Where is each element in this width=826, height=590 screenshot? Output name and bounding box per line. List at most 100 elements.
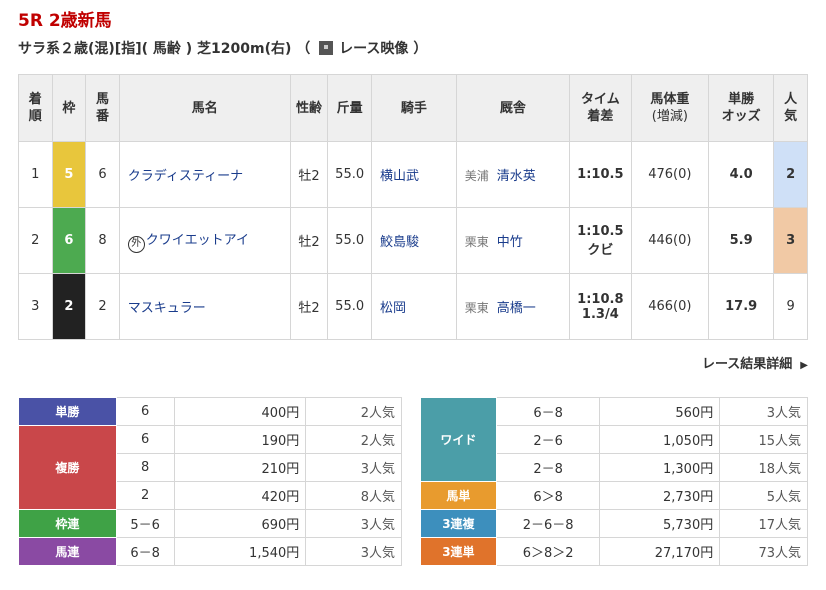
waku-cell: 5 — [51, 141, 87, 208]
waku-cell: 6 — [51, 207, 87, 274]
payout-label-umatan: 馬単 — [420, 481, 497, 510]
trainer-location: 美浦 — [464, 169, 489, 183]
payout-amount: 210円 — [173, 453, 307, 482]
header-umaban: 馬番 — [85, 74, 120, 142]
payout-popularity: 3人気 — [305, 537, 402, 566]
payout-popularity: 17人気 — [719, 509, 808, 538]
payout-numbers: 2－8 — [495, 453, 601, 482]
trainer-cell: 栗東 高橋一 — [455, 273, 571, 340]
margin-value: クビ — [587, 242, 614, 258]
payout-popularity: 18人気 — [719, 453, 808, 482]
payout-row: 馬連 6－8 1,540円 3人気 — [18, 537, 402, 566]
race-video-link[interactable]: レース映像 — [339, 41, 408, 57]
popularity-cell: 3 — [773, 207, 808, 274]
payout-numbers: 6＞8＞2 — [495, 537, 601, 566]
header-name: 馬名 — [118, 74, 291, 142]
popularity-cell: 2 — [773, 141, 808, 208]
race-result-detail-link[interactable]: レース結果詳細 ▶ — [702, 353, 808, 372]
jockey-link[interactable]: 横山武 — [380, 169, 419, 184]
table-row: 1 5 6 クラディスティーナ 牡2 55.0 横山武 美浦 清水英 1:10.5 476(0) 4.… — [18, 141, 808, 208]
horse-name-cell: 外クワイエットアイ — [118, 207, 291, 274]
payout-numbers: 6－8 — [115, 537, 175, 566]
jockey-cell: 松岡 — [371, 273, 457, 340]
time-value: 1:10.8 — [577, 291, 624, 307]
sexage-cell: 牡2 — [289, 273, 329, 340]
payout-amount: 1,050円 — [599, 425, 721, 454]
waku-cell: 2 — [51, 273, 87, 340]
payout-label-fukusho: 複勝 — [18, 425, 117, 510]
payout-numbers: 2 — [115, 481, 175, 510]
odds-cell: 4.0 — [707, 141, 775, 208]
payout-numbers: 2－6－8 — [495, 509, 601, 538]
payout-popularity: 8人気 — [305, 481, 402, 510]
body-weight-cell: 466(0) — [630, 273, 710, 340]
payout-row: 単勝 6 400円 2人気 — [18, 397, 402, 426]
jockey-link[interactable]: 鮫島駿 — [380, 235, 419, 250]
horse-name-cell: マスキュラー — [118, 273, 291, 340]
rank-cell: 1 — [18, 141, 53, 208]
payout-amount: 560円 — [599, 397, 721, 426]
payout-numbers: 6－8 — [495, 397, 601, 426]
horse-name-link[interactable]: マスキュラー — [128, 301, 206, 316]
more-link-label[interactable]: レース結果詳細 — [702, 357, 792, 372]
payout-row: ワイド 6－8 560円 3人気 — [420, 397, 808, 482]
conditions-text: サラ系２歳(混)[指]( 馬齢 ) 芝1200m(右) （ — [18, 41, 311, 57]
header-time: タイム 着差 — [569, 74, 632, 142]
umaban-cell: 2 — [85, 273, 120, 340]
umaban-cell: 6 — [85, 141, 120, 208]
payout-popularity: 2人気 — [305, 425, 402, 454]
payout-numbers: 6 — [115, 425, 175, 454]
header-weight: 斤量 — [327, 74, 372, 142]
foreign-mark-icon: 外 — [127, 235, 145, 253]
header-pop: 人気 — [773, 74, 808, 142]
chevron-right-icon: ▶ — [800, 360, 808, 371]
payout-popularity: 2人気 — [305, 397, 402, 426]
odds-cell: 5.9 — [707, 207, 775, 274]
table-row: 2 6 8 外クワイエットアイ 牡2 55.0 鮫島駿 栗東 中竹 1:10.5 クビ 446(0) 5… — [18, 207, 808, 274]
header-odds: 単勝 オッズ — [707, 74, 775, 142]
payout-amount: 420円 — [173, 481, 307, 510]
payout-label-tansho: 単勝 — [18, 397, 117, 426]
payout-amount: 1,540円 — [173, 537, 307, 566]
time-cell: 1:10.8 1.3/4 — [569, 273, 632, 340]
payout-numbers: 8 — [115, 453, 175, 482]
rank-cell: 2 — [18, 207, 53, 274]
payout-amount: 2,730円 — [599, 481, 721, 510]
header-rank: 着順 — [18, 74, 53, 142]
horse-name-link[interactable]: クラディスティーナ — [128, 169, 243, 184]
payout-amount: 27,170円 — [599, 537, 721, 566]
jockey-link[interactable]: 松岡 — [380, 301, 406, 316]
payout-amount: 5,730円 — [599, 509, 721, 538]
video-icon[interactable] — [319, 41, 334, 55]
popularity-cell: 9 — [773, 273, 808, 340]
header-trainer: 厩舎 — [455, 74, 571, 142]
time-cell: 1:10.5 クビ — [569, 207, 632, 274]
rank-cell: 3 — [18, 273, 53, 340]
trainer-cell: 美浦 清水英 — [455, 141, 571, 208]
horse-name-cell: クラディスティーナ — [118, 141, 291, 208]
payout-row: 3連単 6＞8＞2 27,170円 73人気 — [420, 537, 808, 566]
payout-row: 枠連 5－6 690円 3人気 — [18, 509, 402, 538]
payout-label-umaren: 馬連 — [18, 537, 117, 566]
time-value: 1:10.5 — [577, 167, 624, 182]
payout-row: 馬単 6＞8 2,730円 5人気 — [420, 481, 808, 510]
trainer-link[interactable]: 中竹 — [497, 235, 523, 250]
payout-numbers: 6＞8 — [495, 481, 601, 510]
payout-numbers: 6 — [115, 397, 175, 426]
trainer-link[interactable]: 高橋一 — [497, 301, 536, 316]
payout-label-sanrenpuku: 3連複 — [420, 509, 497, 538]
conditions-end: ） — [413, 41, 428, 57]
margin-value: 1.3/4 — [581, 306, 619, 322]
header-jockey: 騎手 — [371, 74, 457, 142]
payout-popularity: 3人気 — [305, 509, 402, 538]
trainer-link[interactable]: 清水英 — [497, 169, 536, 184]
weight-cell: 55.0 — [327, 207, 372, 274]
header-waku: 枠 — [51, 74, 87, 142]
time-cell: 1:10.5 — [569, 141, 632, 208]
sexage-cell: 牡2 — [289, 207, 329, 274]
time-value: 1:10.5 — [577, 223, 624, 239]
payout-label-sanrentan: 3連単 — [420, 537, 497, 566]
payout-amount: 190円 — [173, 425, 307, 454]
horse-name-link[interactable]: クワイエットアイ — [146, 233, 249, 248]
header-body: 馬体重 (増減) — [630, 74, 710, 142]
